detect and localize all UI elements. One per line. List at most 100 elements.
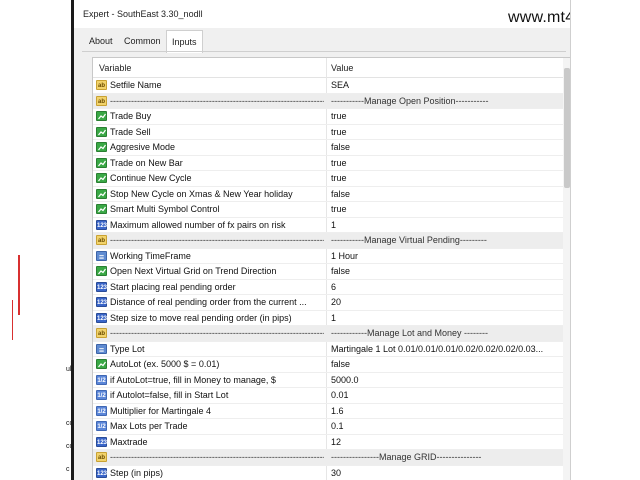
param-name: Maximum allowed number of fx pairs on ri… [110,219,286,230]
param-value[interactable]: true [331,204,561,214]
tab-inputs[interactable]: Inputs [166,30,203,53]
param-value[interactable]: ------------Manage Lot and Money -------… [331,328,561,338]
input-row[interactable]: AutoLot (ex. 5000 $ = 0.01) false [93,357,563,373]
integer-icon: 123 [96,312,107,323]
input-row[interactable]: Stop New Cycle on Xmas & New Year holida… [93,187,563,202]
chart-candle [12,300,13,340]
integer-icon: 123 [96,281,107,292]
input-row[interactable]: Aggresive Mode false [93,140,563,156]
param-value[interactable]: true [331,173,561,183]
param-name: Setfile Name [110,80,162,90]
param-name: Stop New Cycle on Xmas & New Year holida… [110,188,293,199]
param-name: AutoLot (ex. 5000 $ = 0.01) [110,359,220,369]
input-row[interactable]: 123 Step size to move real pending order … [93,311,563,326]
param-value[interactable]: 30 [331,468,561,478]
integer-icon: 123 [96,436,107,447]
param-value[interactable]: -----------Manage Virtual Pending-------… [331,235,561,245]
param-value[interactable]: 1.6 [331,406,561,416]
param-name: Type Lot [110,343,145,354]
input-row[interactable]: 123 Maxtrade 12 [93,435,563,450]
param-value[interactable]: 0.01 [331,390,561,400]
input-row[interactable]: 123 Step (in pips) 30 [93,466,563,480]
param-value[interactable]: 0.1 [331,421,561,431]
param-value[interactable]: 12 [331,437,561,447]
input-row[interactable]: Continue New Cycle true [93,171,563,187]
input-row[interactable]: 1/2 if AutoLot=true, fill in Money to man… [93,373,563,388]
right-background [570,0,640,480]
input-row[interactable]: 1/2 if Autolot=false, fill in Start Lot 0.… [93,388,563,404]
tab-common[interactable]: Common [119,32,166,50]
param-name: Aggresive Mode [110,142,176,152]
input-row[interactable]: Smart Multi Symbol Control true [93,202,563,218]
param-value[interactable]: 5000.0 [331,375,561,385]
string-icon: ab [96,95,107,106]
separator-row[interactable]: ab --------------------------------------… [93,93,563,109]
boolean-icon [96,359,107,369]
input-row[interactable]: ≡ Type Lot Martingale 1 Lot 0.01/0.01/0.01… [93,342,563,357]
input-row[interactable]: 123 Distance of real pending order from t… [93,295,563,311]
input-row[interactable]: 1/2 Multiplier for Martingale 4 1.6 [93,404,563,419]
boolean-icon [96,111,107,121]
double-icon: 1/2 [96,405,107,416]
param-value[interactable]: false [331,266,561,276]
double-icon: 1/2 [96,390,107,400]
param-value[interactable]: 20 [331,297,561,307]
param-name: Maxtrade [110,436,148,447]
param-name: Trade on New Bar [110,157,183,168]
param-name: ----------------------------------------… [110,235,324,245]
double-icon: 1/2 [96,421,107,431]
inputs-grid: Variable Value ab Setfile Name SEA ab ------… [92,57,570,480]
param-value[interactable]: false [331,142,561,152]
param-name: Trade Buy [110,111,152,121]
separator-row[interactable]: ab --------------------------------------… [93,326,563,342]
param-value[interactable]: true [331,158,561,168]
param-value[interactable]: true [331,111,561,121]
chart-candle [18,255,20,315]
expert-properties-dialog: Expert - SouthEast 3.30_nodll www.mt4.sh… [74,0,570,480]
param-value[interactable]: -----------Manage Open Position---------… [331,96,561,106]
param-value[interactable]: Martingale 1 Lot 0.01/0.01/0.01/0.02/0.0… [331,344,561,354]
param-name: Working TimeFrame [110,250,191,261]
param-name: Start placing real pending order [110,281,236,292]
param-value[interactable]: 1 Hour [331,251,561,261]
background-chart: ul cc cc c [0,0,74,480]
param-value[interactable]: false [331,359,561,369]
param-value[interactable]: SEA [331,80,561,90]
param-value[interactable]: 6 [331,282,561,292]
param-name: if AutoLot=true, fill in Money to manage… [110,374,276,385]
param-name: Max Lots per Trade [110,421,188,431]
param-value[interactable]: false [331,189,561,199]
column-header-variable[interactable]: Variable [99,63,131,73]
input-row[interactable]: Open Next Virtual Grid on Trend Directio… [93,264,563,280]
boolean-icon [96,126,107,137]
double-icon: 1/2 [96,374,107,385]
param-name: Open Next Virtual Grid on Trend Directio… [110,266,277,276]
tab-about[interactable]: About [84,32,118,50]
param-value[interactable]: ----------------Manage GRID-------------… [331,452,561,462]
input-row[interactable]: Trade Buy true [93,109,563,125]
separator-row[interactable]: ab --------------------------------------… [93,233,563,249]
boolean-icon [96,266,107,276]
string-icon: ab [96,235,107,245]
input-row[interactable]: ≡ Working TimeFrame 1 Hour [93,249,563,264]
param-value[interactable]: 1 [331,313,561,323]
param-value[interactable]: true [331,127,561,137]
input-row[interactable]: 1/2 Max Lots per Trade 0.1 [93,419,563,435]
input-row[interactable]: Trade Sell true [93,125,563,140]
param-value[interactable]: 1 [331,220,561,230]
input-row[interactable]: ab Setfile Name SEA [93,78,563,94]
param-name: Step size to move real pending order (in… [110,312,292,323]
input-row[interactable]: 123 Maximum allowed number of fx pairs on… [93,218,563,233]
chart-label: c [66,466,70,473]
string-icon: ab [96,80,107,90]
param-name: Continue New Cycle [110,173,192,183]
param-name: Trade Sell [110,126,151,137]
param-name: ----------------------------------------… [110,95,324,106]
separator-row[interactable]: ab --------------------------------------… [93,450,563,466]
input-row[interactable]: 123 Start placing real pending order 6 [93,280,563,295]
param-name: if Autolot=false, fill in Start Lot [110,390,229,400]
column-header-value[interactable]: Value [331,63,353,73]
param-name: ----------------------------------------… [110,452,324,462]
dialog-right-edge [570,0,571,480]
input-row[interactable]: Trade on New Bar true [93,156,563,171]
